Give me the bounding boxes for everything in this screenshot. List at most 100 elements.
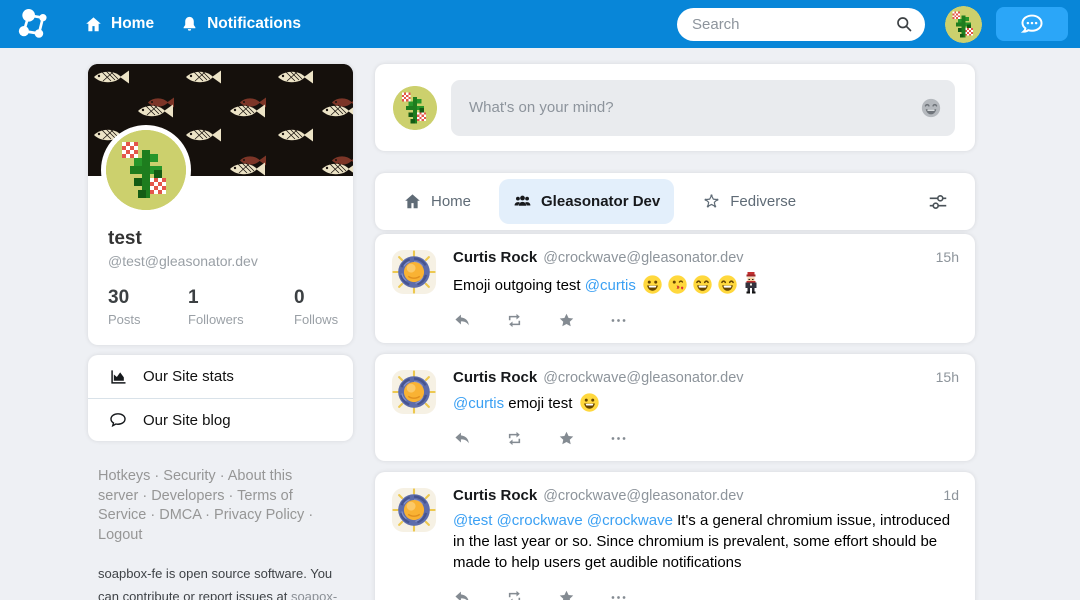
post-author-name[interactable]: Curtis Rock: [453, 369, 537, 386]
post-author-handle[interactable]: @crockwave@gleasonator.dev: [543, 250, 743, 266]
tab-label: Gleasonator Dev: [541, 193, 660, 210]
favourite-button[interactable]: [557, 588, 576, 600]
avatar[interactable]: [101, 125, 191, 215]
footer-link-dmca[interactable]: DMCA: [159, 507, 201, 523]
timeline-feed: Curtis Rock @crockwave@gleasonator.dev 1…: [375, 234, 975, 600]
avatar[interactable]: [393, 86, 437, 130]
beaming-face-emoji: [692, 274, 713, 295]
footer-link-developers[interactable]: Developers: [151, 488, 224, 504]
post-timestamp[interactable]: 15h: [936, 249, 959, 265]
favourite-button[interactable]: [557, 311, 576, 330]
post-author-avatar[interactable]: [391, 487, 437, 533]
footer-links: Hotkeys · Security · About this server ·…: [98, 467, 336, 545]
post-header: Curtis Rock @crockwave@gleasonator.dev 1…: [453, 487, 959, 504]
bell-icon: [180, 15, 199, 34]
post-body: Curtis Rock @crockwave@gleasonator.dev 1…: [453, 487, 959, 600]
timeline-tabs-card: Home Gleasonator Dev Fediverse: [375, 173, 975, 230]
avatar[interactable]: [945, 6, 982, 43]
stat-value: 0: [294, 287, 338, 309]
repost-button[interactable]: [505, 429, 524, 448]
search-icon[interactable]: [894, 14, 914, 34]
more-button[interactable]: [609, 588, 628, 600]
post-body: Curtis Rock @crockwave@gleasonator.dev 1…: [453, 369, 959, 448]
post-actions: [453, 311, 959, 330]
compose-card: [375, 64, 975, 151]
mention-link[interactable]: @curtis: [453, 395, 504, 412]
emoji-picker-icon[interactable]: [920, 97, 942, 119]
sidebar-item-our-site-stats[interactable]: Our Site stats: [88, 355, 353, 398]
footer-link-hotkeys[interactable]: Hotkeys: [98, 468, 150, 484]
tab-gleasonator-dev[interactable]: Gleasonator Dev: [499, 179, 674, 224]
profile-stat-follows[interactable]: 0 Follows: [294, 287, 338, 327]
post-header: Curtis Rock @crockwave@gleasonator.dev 1…: [453, 369, 959, 386]
tab-home[interactable]: Home: [389, 179, 485, 224]
face-blowing-kiss-emoji: [667, 274, 688, 295]
page-content: test @test@gleasonator.dev 30Posts1Follo…: [0, 48, 1080, 600]
mention-link[interactable]: @crockwave: [587, 512, 673, 529]
mention-link[interactable]: @test: [453, 512, 492, 529]
reply-button[interactable]: [453, 429, 472, 448]
repost-button[interactable]: [505, 588, 524, 600]
post-author-name[interactable]: Curtis Rock: [453, 249, 537, 266]
molecule-logo-icon[interactable]: [16, 5, 54, 43]
footer-link-privacy-policy[interactable]: Privacy Policy: [214, 507, 304, 523]
profile-stat-posts[interactable]: 30 Posts: [108, 287, 188, 327]
search-box: [677, 8, 925, 41]
grinning-face-emoji: [642, 274, 663, 295]
post-timestamp[interactable]: 1d: [943, 487, 959, 503]
post-actions: [453, 429, 959, 448]
custom-emoji-pixel-character: [743, 272, 759, 294]
post-actions: [453, 588, 959, 600]
post-timestamp[interactable]: 15h: [936, 369, 959, 385]
stat-value: 1: [188, 287, 294, 309]
home-icon: [403, 192, 422, 211]
post-content: Emoji outgoing test @curtis: [453, 272, 959, 296]
beaming-face-emoji: [717, 274, 738, 295]
fediverse-icon: [702, 192, 721, 211]
post-header: Curtis Rock @crockwave@gleasonator.dev 1…: [453, 249, 959, 266]
stat-label: Posts: [108, 312, 188, 327]
profile-stats: 30 Posts1Followers0 Follows: [108, 287, 353, 327]
chat-button[interactable]: [996, 7, 1068, 41]
stat-value: 30: [108, 287, 188, 309]
home-icon: [84, 15, 103, 34]
post-author-avatar[interactable]: [391, 369, 437, 415]
chat-bubble-icon: [1019, 11, 1045, 37]
tab-fediverse[interactable]: Fediverse: [688, 179, 810, 224]
post-content: @test @crockwave @crockwave It's a gener…: [453, 510, 959, 573]
profile-stat-followers[interactable]: 1Followers: [188, 287, 294, 327]
post-body: Curtis Rock @crockwave@gleasonator.dev 1…: [453, 249, 959, 330]
timeline-column: Home Gleasonator Dev Fediverse Curtis Rock…: [375, 64, 975, 600]
top-navbar: Home Notifications: [0, 0, 1080, 48]
nav-home[interactable]: Home: [84, 15, 154, 34]
repost-button[interactable]: [505, 311, 524, 330]
profile-handle: @test@gleasonator.dev: [108, 253, 353, 269]
reply-button[interactable]: [453, 588, 472, 600]
tab-label: Fediverse: [730, 193, 796, 210]
post-author-name[interactable]: Curtis Rock: [453, 487, 537, 504]
search-input[interactable]: [677, 8, 925, 41]
post-author-handle[interactable]: @crockwave@gleasonator.dev: [543, 488, 743, 504]
mention-link[interactable]: @curtis: [585, 277, 636, 294]
compose-input[interactable]: [451, 80, 955, 136]
nav-notifications[interactable]: Notifications: [180, 15, 301, 34]
footer-link-logout[interactable]: Logout: [98, 527, 142, 543]
stat-label: Follows: [294, 312, 338, 327]
favourite-button[interactable]: [557, 429, 576, 448]
grinning-face-emoji: [579, 392, 600, 413]
post-author-avatar[interactable]: [391, 249, 437, 295]
reply-button[interactable]: [453, 311, 472, 330]
tab-label: Home: [431, 193, 471, 210]
post-author-handle[interactable]: @crockwave@gleasonator.dev: [543, 370, 743, 386]
sliders-icon[interactable]: [927, 191, 949, 213]
blog-icon: [108, 410, 128, 430]
menu-label: Our Site stats: [143, 368, 234, 385]
menu-label: Our Site blog: [143, 412, 231, 429]
group-icon: [513, 192, 532, 211]
footer-link-security[interactable]: Security: [163, 468, 215, 484]
mention-link[interactable]: @crockwave: [497, 512, 583, 529]
nav-home-label: Home: [111, 15, 154, 33]
sidebar-item-our-site-blog[interactable]: Our Site blog: [88, 398, 353, 441]
more-button[interactable]: [609, 429, 628, 448]
more-button[interactable]: [609, 311, 628, 330]
